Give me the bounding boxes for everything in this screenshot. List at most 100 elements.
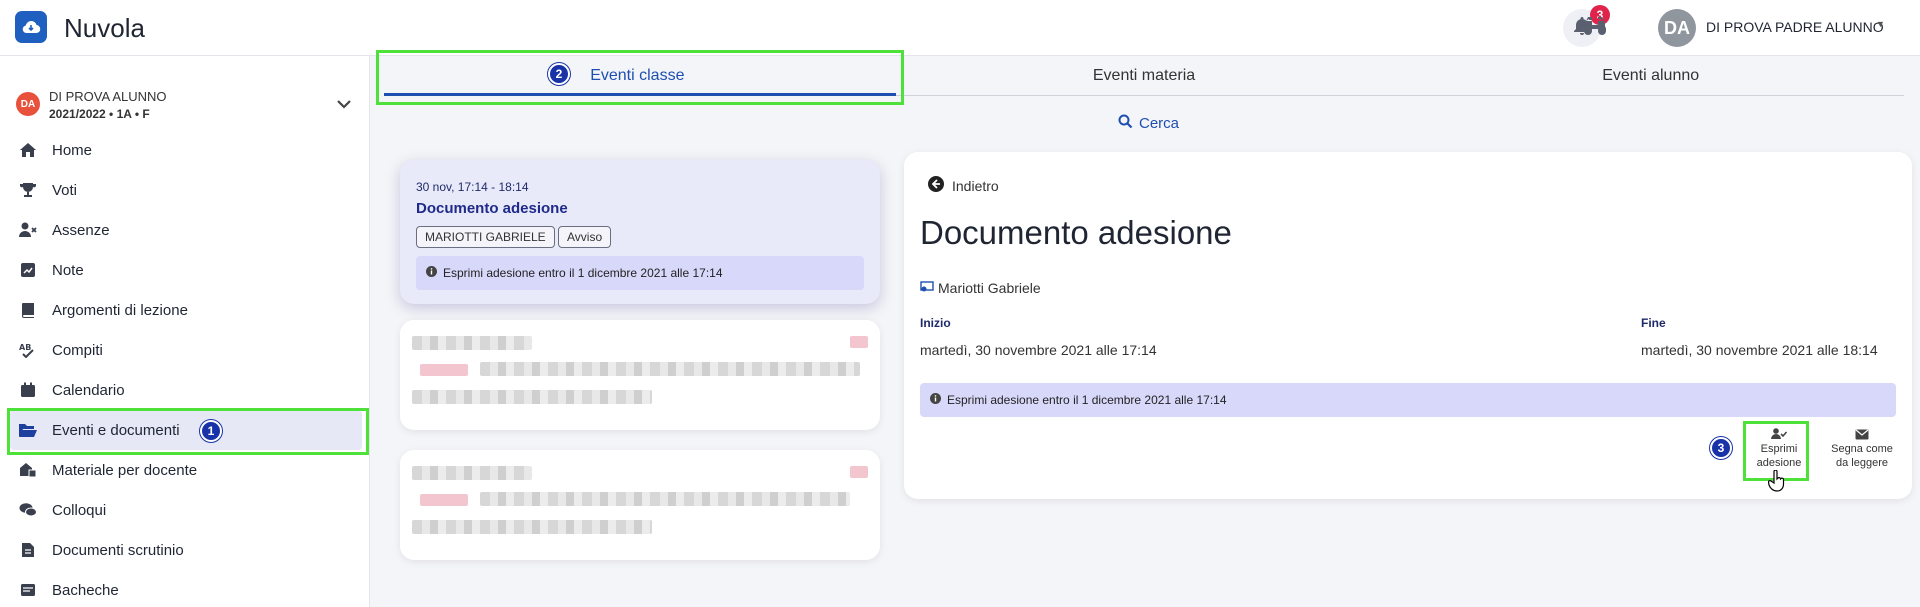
sidebar-item-bacheche[interactable]: Bacheche [0,570,370,607]
sidebar-item-label: Argomenti di lezione [52,301,188,319]
blurred-text [412,520,652,534]
sidebar-item-label: Home [52,141,93,159]
step-marker-3: 3 [1710,437,1732,459]
user-x-icon [18,220,38,240]
detail-info-text: Esprimi adesione entro il 1 dicembre 202… [947,393,1227,407]
active-tab-underline [384,93,896,96]
home-icon [18,140,38,160]
teacher-name: Mariotti Gabriele [938,280,1041,296]
student-name: DI PROVA ALUNNO [49,89,167,104]
tab-eventi-materia[interactable]: Eventi materia [891,56,1398,95]
hand-cursor-icon [1767,469,1786,497]
student-selector[interactable]: DA DI PROVA ALUNNO 2021/2022 • 1A • F [16,84,356,124]
student-avatar: DA [16,92,40,116]
end-value: martedì, 30 novembre 2021 alle 18:14 [1641,342,1878,358]
file-icon [18,540,38,560]
svg-text:AB: AB [19,343,31,352]
search-icon [1118,114,1133,133]
event-card-selected[interactable]: 30 nov, 17:14 - 18:14 Documento adesione… [400,160,880,304]
sidebar-item-compiti[interactable]: AB Compiti [0,330,370,370]
event-title: Documento adesione [416,200,568,217]
event-time: 30 nov, 17:14 - 18:14 [416,180,529,194]
board-icon [18,580,38,600]
event-info-text: Esprimi adesione entro il 1 dicembre 202… [443,266,723,280]
sidebar-item-note[interactable]: Note [0,250,370,290]
action-label-line1: Segna come [1831,443,1893,455]
sidebar-item-label: Compiti [52,341,103,359]
sidebar-item-label: Bacheche [52,581,119,599]
materials-icon [18,460,38,480]
trophy-icon [18,180,38,200]
event-chip-type: Avviso [558,226,612,248]
event-info-banner: Esprimi adesione entro il 1 dicembre 202… [416,256,864,290]
event-chip-teacher: MARIOTTI GABRIELE [416,226,555,248]
sidebar-item-label: Documenti scrutinio [52,541,184,559]
sidebar-item-argomenti[interactable]: Argomenti di lezione [0,290,370,330]
sidebar-item-eventi-documenti[interactable]: Eventi e documenti [10,410,362,450]
search-button[interactable]: Cerca [1118,114,1179,133]
user-avatar[interactable]: DA [1658,9,1696,47]
start-value: martedì, 30 novembre 2021 alle 17:14 [920,342,1157,358]
blurred-tag [850,466,868,478]
user-name[interactable]: DI PROVA PADRE ALUNNO [1706,19,1884,35]
blurred-text [412,336,532,350]
binoculars-glyph[interactable] [1583,15,1607,42]
mark-to-read-button[interactable]: Segna come da leggere [1822,426,1902,470]
app-title: Nuvola [64,13,145,43]
note-icon [18,260,38,280]
folder-open-icon [18,420,38,440]
sidebar-item-label: Note [52,261,84,279]
detail-teacher: Mariotti Gabriele [920,280,1041,296]
sidebar-item-documenti-scrutinio[interactable]: Documenti scrutinio [0,530,370,570]
detail-title: Documento adesione [920,214,1232,251]
student-class: 2021/2022 • 1A • F [49,107,150,121]
envelope-icon [1855,426,1869,442]
sidebar-item-calendario[interactable]: Calendario [0,370,370,410]
blurred-text [480,362,860,376]
back-label: Indietro [952,177,999,194]
top-bar: Nuvola 3 DA DI PROVA PADRE ALUNNO ▼ [0,0,1920,56]
detail-info-banner: Esprimi adesione entro il 1 dicembre 202… [920,383,1896,417]
cloud-logo-icon[interactable] [15,11,47,43]
express-adhesion-button[interactable]: Esprimi adesione [1751,426,1807,470]
book-icon [18,300,38,320]
sidebar-item-label: Calendario [52,381,125,399]
user-check-icon [1771,426,1787,442]
step-marker-2: 2 [548,63,570,85]
blurred-tag [420,494,468,506]
sidebar: DA DI PROVA ALUNNO 2021/2022 • 1A • F Ho… [0,56,370,607]
chevron-down-icon[interactable] [332,92,356,116]
back-button[interactable]: Indietro [928,176,999,195]
start-label: Inizio [920,316,951,330]
sidebar-item-materiale[interactable]: Materiale per docente [0,450,370,490]
sidebar-item-assenze[interactable]: Assenze [0,210,370,250]
action-label-line2: da leggere [1836,457,1888,469]
end-label: Fine [1641,316,1666,330]
blurred-tag [420,364,468,376]
sidebar-item-label: Assenze [52,221,110,239]
info-circle-icon [930,393,941,407]
sidebar-item-colloqui[interactable]: Colloqui [0,490,370,530]
sidebar-item-voti[interactable]: Voti [0,170,370,210]
sidebar-nav: Home Voti Assenze Note Argomenti di lezi… [0,130,370,607]
event-detail-panel: Indietro Documento adesione Mariotti Gab… [904,152,1912,499]
blurred-tag [850,336,868,348]
user-menu-caret-icon[interactable]: ▼ [1876,19,1885,29]
sidebar-item-label: Colloqui [52,501,107,519]
sidebar-item-label: Materiale per docente [52,461,198,479]
step-marker-1: 1 [200,420,222,442]
sidebar-item-label: Eventi e documenti [52,421,180,439]
event-card-blurred[interactable] [400,320,880,430]
event-card-blurred[interactable] [400,450,880,560]
blurred-text [412,466,532,480]
chat-icon [18,500,38,520]
teacher-icon [920,280,934,296]
blurred-text [412,390,652,404]
tab-eventi-alunno[interactable]: Eventi alunno [1397,56,1904,95]
tab-eventi-classe[interactable]: Eventi classe [384,56,891,95]
blurred-text [480,492,850,506]
calendar-icon [18,380,38,400]
sidebar-item-home[interactable]: Home [0,130,370,170]
info-circle-icon [426,266,437,280]
action-label-line1: Esprimi [1760,443,1798,455]
